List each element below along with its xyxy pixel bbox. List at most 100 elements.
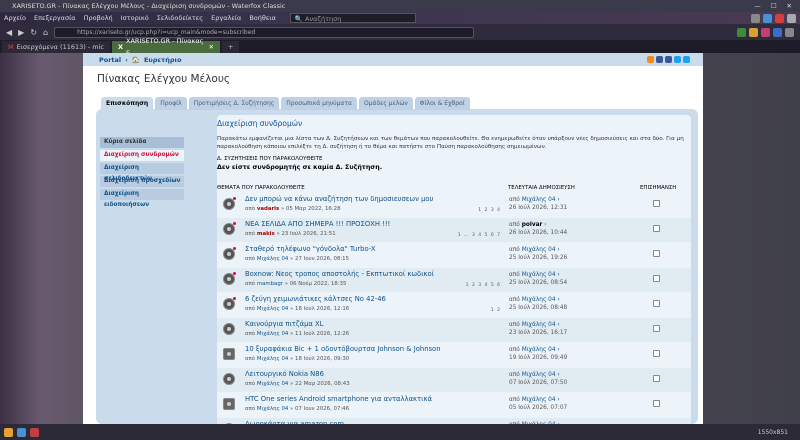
menu-bookmarks[interactable]: Σελιδοδείκτες	[157, 14, 203, 22]
last-post-author-link[interactable]: Μιχάλης 04	[522, 197, 556, 203]
last-post-author-link[interactable]: Μιχάλης 04	[522, 372, 556, 378]
topic-author-link[interactable]: makis	[257, 231, 275, 237]
mark-checkbox[interactable]	[653, 325, 660, 332]
reload-icon[interactable]: ↻	[30, 28, 37, 37]
last-post-author-link[interactable]: Μιχάλης 04	[522, 297, 556, 303]
minimize-icon[interactable]: —	[754, 0, 761, 12]
tab-private-messages[interactable]: Προσωπικά μηνύματα	[281, 97, 357, 110]
last-post-author-link[interactable]: Μιχάλης 04	[522, 347, 556, 353]
new-tab-button[interactable]: +	[221, 41, 240, 53]
view-latest-icon[interactable]: ›	[557, 247, 559, 253]
last-post-author-link[interactable]: Μιχάλης 04	[522, 397, 556, 403]
topic-title-link[interactable]: HTC One series Android smartphone για αν…	[245, 395, 432, 403]
menu-manage-subscriptions[interactable]: Διαχείριση συνδρομών	[100, 150, 184, 161]
rss-icon[interactable]	[647, 56, 654, 63]
topic-title-link[interactable]: ΝΕΑ ΣΕΛΙΔΑ ΑΠΟ ΣΗΜΕΡΑ !!! ΠΡΟΣΟΧΗ !!!	[245, 220, 390, 228]
view-latest-icon[interactable]: ›	[557, 372, 559, 378]
menu-file[interactable]: Αρχείο	[4, 14, 26, 22]
view-latest-icon[interactable]: ›	[557, 322, 559, 328]
topic-author-link[interactable]: Μιχάλης 04	[257, 256, 289, 262]
extension-icon[interactable]	[737, 27, 746, 37]
home-icon[interactable]	[751, 13, 760, 23]
mark-checkbox[interactable]	[653, 225, 660, 232]
menu-history[interactable]: Ιστορικό	[121, 14, 149, 22]
topic-pagination[interactable]: 1 … 3 4 5 6 7	[458, 233, 501, 238]
facebook-icon[interactable]	[665, 56, 672, 63]
home-button-icon[interactable]: ⌂	[43, 28, 48, 37]
pocket-icon[interactable]	[775, 13, 784, 23]
tab-inbox[interactable]: M Εισερχόμενα (11613) - mic	[2, 41, 110, 53]
menu-front-page[interactable]: Κύρια σελίδα	[100, 137, 184, 148]
topic-title-link[interactable]: Δεν μπορώ να κάνω αναζήτηση των δημοσιευ…	[245, 195, 433, 203]
start-icon[interactable]	[4, 427, 13, 437]
maximize-icon[interactable]: ☐	[771, 0, 777, 12]
twitter-icon[interactable]	[674, 56, 681, 63]
tab-overview[interactable]: Επισκόπηση	[101, 97, 154, 110]
forward-icon[interactable]: ▶	[18, 28, 24, 37]
menu-hamburger-icon[interactable]	[787, 13, 796, 23]
url-bar[interactable]: https://xariseto.gr/ucp.php?i=ucp_main&m…	[54, 26, 475, 38]
mark-checkbox[interactable]	[653, 200, 660, 207]
tab-label: Εισερχόμενα (11613) - mic	[16, 43, 104, 51]
view-latest-icon[interactable]: ›	[557, 272, 559, 278]
topic-title-link[interactable]: Καινούργια πιτζάμα XL	[245, 320, 323, 328]
downloads-icon[interactable]	[763, 13, 772, 23]
tab-friends-foes[interactable]: Φίλοι & Εχθροί	[414, 97, 470, 110]
menu-edit[interactable]: Επεξεργασία	[34, 14, 76, 22]
topic-title-link[interactable]: Boxnow: Νεος τροπος αποστολής - Εκπτωτικ…	[245, 270, 434, 278]
topic-author-link[interactable]: Μιχάλης 04	[257, 381, 289, 387]
topic-author-link[interactable]: Μιχάλης 04	[257, 406, 289, 412]
twitter-icon[interactable]	[683, 56, 690, 63]
view-latest-icon[interactable]: ›	[544, 222, 546, 228]
extension-icon[interactable]	[761, 27, 770, 37]
extension-icon[interactable]	[773, 27, 782, 37]
tab-xariseto[interactable]: XXARISETO.GR - Πίνακας Ε✕	[111, 37, 220, 57]
tab-preferences[interactable]: Προτιμήσεις Δ. Συζήτησης	[188, 97, 280, 110]
tab-close-icon[interactable]: ✕	[209, 41, 214, 53]
view-latest-icon[interactable]: ›	[557, 297, 559, 303]
back-icon[interactable]: ◀	[6, 28, 12, 37]
mark-checkbox[interactable]	[653, 350, 660, 357]
view-latest-icon[interactable]: ›	[557, 347, 559, 353]
topic-title-link[interactable]: Σταθερό τηλέφωνο "γόνδολα" Turbo-X	[245, 245, 376, 253]
topic-pagination[interactable]: 1 2	[491, 308, 501, 313]
mark-checkbox[interactable]	[653, 250, 660, 257]
topic-author-link[interactable]: Μιχάλης 04	[257, 356, 289, 362]
mark-checkbox[interactable]	[653, 300, 660, 307]
topic-author-link[interactable]: Μιχάλης 04	[257, 331, 289, 337]
close-icon[interactable]: ✕	[787, 0, 792, 12]
search-box[interactable]: 🔍 Αναζήτηση	[289, 13, 416, 23]
topic-title-link[interactable]: 6 ζεύγη χειμωνιάτικες κάλτσες Νο 42-46	[245, 295, 386, 303]
app-icon[interactable]	[30, 427, 39, 437]
menu-manage-drafts[interactable]: Διαχείριση προσχεδίων	[100, 176, 184, 187]
topic-author-link[interactable]: vadaris	[257, 206, 279, 212]
tab-usergroups[interactable]: Ομάδες μελών	[358, 97, 413, 110]
facebook-icon[interactable]	[656, 56, 663, 63]
menu-tools[interactable]: Εργαλεία	[211, 14, 241, 22]
extension-icon[interactable]	[749, 27, 758, 37]
last-post-author-link[interactable]: Μιχάλης 04	[522, 247, 556, 253]
tab-profile[interactable]: Προφίλ	[155, 97, 187, 110]
topic-pagination[interactable]: 1 2 3 4 5 6	[466, 283, 501, 288]
view-latest-icon[interactable]: ›	[557, 397, 559, 403]
topic-author-link[interactable]: Μιχάλης 04	[257, 306, 289, 312]
breadcrumb-portal[interactable]: Portal	[99, 56, 121, 64]
menu-view[interactable]: Προβολή	[84, 14, 113, 22]
menu-help[interactable]: Βοήθεια	[249, 14, 276, 22]
last-post-author-link[interactable]: Μιχάλης 04	[522, 322, 556, 328]
app-icon[interactable]	[17, 427, 26, 437]
mark-checkbox[interactable]	[653, 275, 660, 282]
topic-pagination[interactable]: 1 2 3 4	[478, 208, 501, 213]
view-latest-icon[interactable]: ›	[557, 197, 559, 203]
menu-manage-notifications[interactable]: Διαχείριση ειδοποιήσεων	[100, 189, 184, 208]
topic-title-link[interactable]: 10 ξυραφάκια Bic + 1 οδοντόβουρτσα Johns…	[245, 345, 441, 353]
topic-author-link[interactable]: mambagr	[257, 281, 283, 287]
mark-checkbox[interactable]	[653, 375, 660, 382]
last-post-author-link[interactable]: polvar	[522, 222, 543, 228]
last-post-author-link[interactable]: Μιχάλης 04	[522, 272, 556, 278]
extension-icon[interactable]	[785, 27, 794, 37]
topic-title-link[interactable]: Λειτουργικό Nokia N86	[245, 370, 324, 378]
menu-manage-bookmarks[interactable]: Διαχείριση σελιδοδεικτών	[100, 163, 184, 182]
mark-checkbox[interactable]	[653, 400, 660, 407]
breadcrumb-index[interactable]: Ευρετήριο	[144, 56, 182, 64]
